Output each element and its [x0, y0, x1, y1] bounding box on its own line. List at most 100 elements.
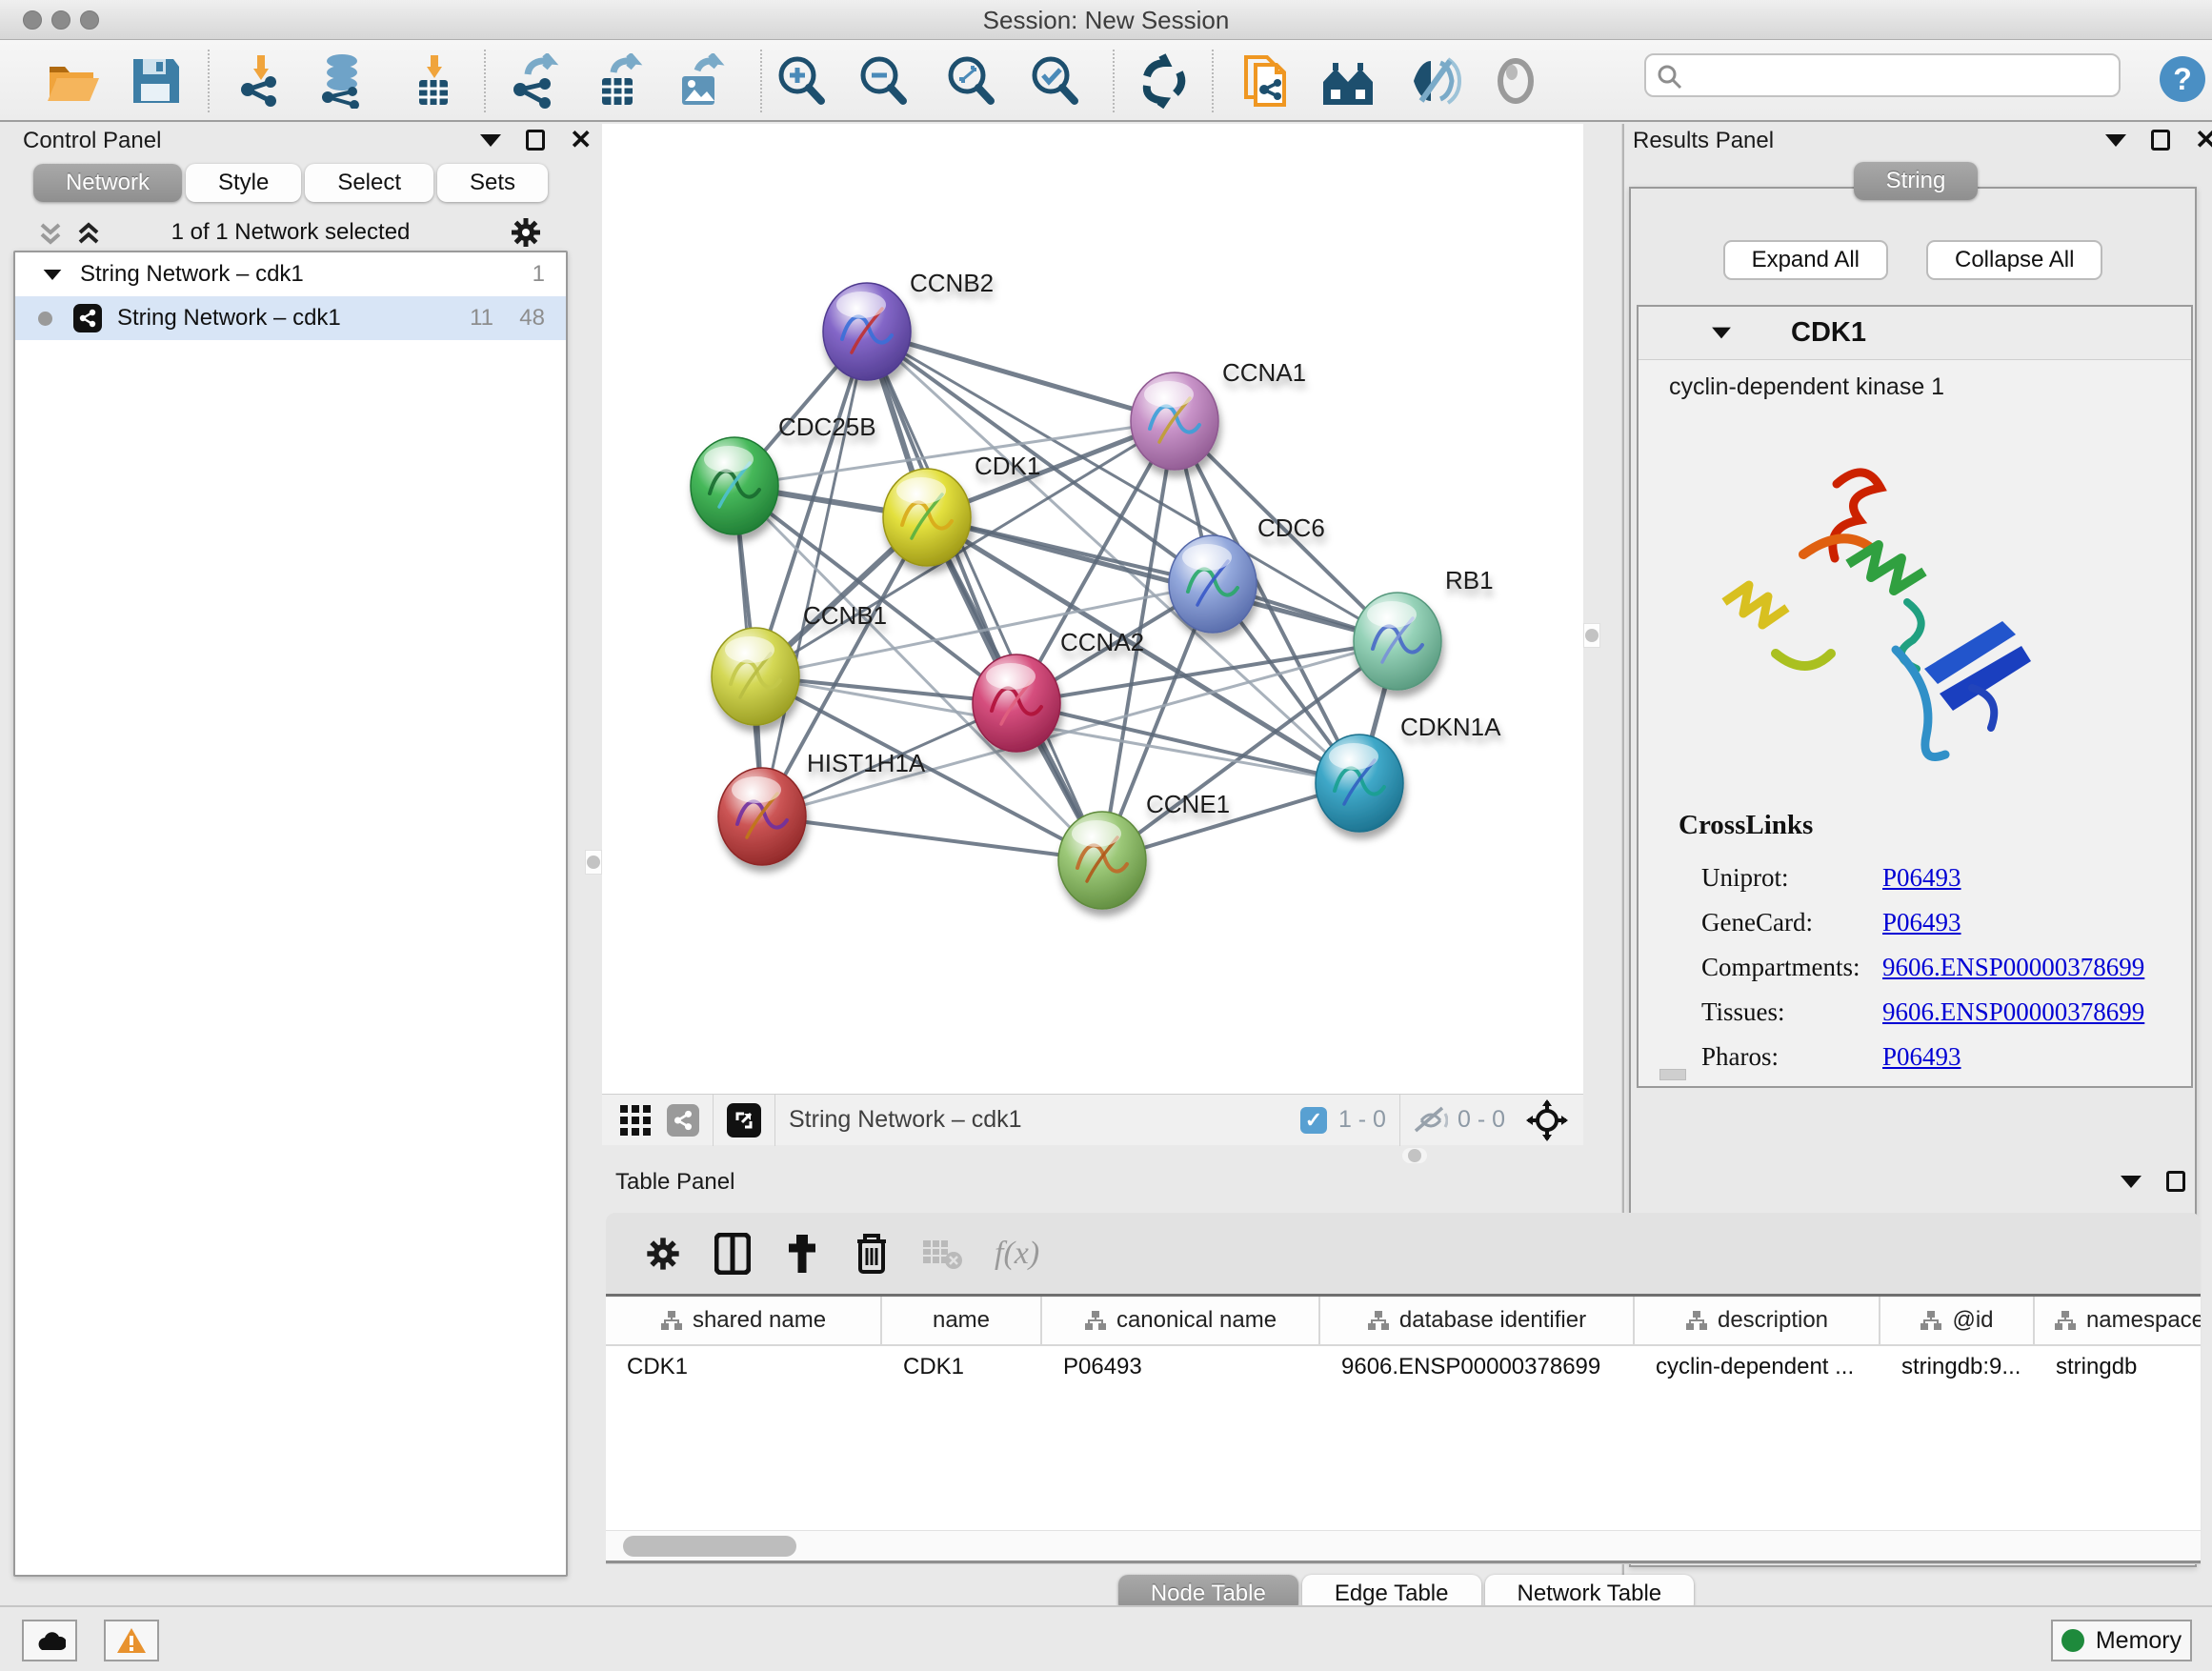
column-header-description[interactable]: description: [1635, 1297, 1880, 1344]
column-header-shared-name[interactable]: shared name: [606, 1297, 882, 1344]
column-header-namespace[interactable]: namespace: [2035, 1297, 2201, 1344]
function-builder-icon[interactable]: f(x): [995, 1236, 1039, 1272]
crosslink-link[interactable]: 9606.ENSP00000378699: [1882, 997, 2144, 1027]
crosslink-link[interactable]: P06493: [1882, 863, 1961, 893]
import-network-database-icon[interactable]: [314, 53, 370, 109]
zoom-selected-icon[interactable]: [1027, 53, 1082, 109]
help-icon[interactable]: ?: [2159, 55, 2206, 103]
tab-select[interactable]: Select: [305, 164, 433, 202]
float-panel-icon[interactable]: [526, 130, 545, 151]
node-CCNA1[interactable]: CCNA1: [1131, 358, 1306, 470]
home-species-icon[interactable]: [1320, 53, 1376, 109]
zoom-in-icon[interactable]: [774, 53, 829, 109]
network-collection-row[interactable]: String Network – cdk1 1: [15, 252, 566, 296]
cell-name[interactable]: CDK1: [882, 1346, 1042, 1390]
network-canvas[interactable]: CCNB2CCNA1CDC25BCDK1CDC6RB1CCNB1CCNA2CDK…: [602, 124, 1583, 1094]
panel-menu-icon[interactable]: [2121, 1176, 2142, 1188]
cell-canonical-name[interactable]: P06493: [1042, 1346, 1320, 1390]
edge-CCNB2-CCNE1[interactable]: [867, 332, 1102, 860]
refresh-icon[interactable]: [1136, 53, 1191, 109]
float-panel-icon[interactable]: [2166, 1171, 2185, 1192]
network-label: String Network – cdk1: [117, 305, 341, 332]
network-view-title: String Network – cdk1: [789, 1106, 1022, 1134]
node-CDC25B[interactable]: CDC25B: [691, 413, 876, 534]
node-CCNA2[interactable]: CCNA2: [973, 628, 1144, 752]
create-column-icon[interactable]: [783, 1233, 821, 1275]
table-header-row: shared namenamecanonical namedatabase id…: [606, 1297, 2201, 1346]
show-glass-pane-icon[interactable]: [1488, 53, 1543, 109]
node-CCNB1[interactable]: CCNB1: [712, 601, 887, 725]
zoom-fit-icon[interactable]: [943, 53, 998, 109]
hide-glass-pane-icon[interactable]: [1408, 53, 1463, 109]
column-header-name[interactable]: name: [882, 1297, 1042, 1344]
collection-expander-icon[interactable]: [44, 269, 62, 279]
tab-network[interactable]: Network: [33, 164, 182, 202]
float-panel-icon[interactable]: [2151, 130, 2170, 151]
close-panel-icon[interactable]: ✕: [2195, 130, 2212, 151]
column-header-database-identifier[interactable]: database identifier: [1320, 1297, 1635, 1344]
crosslink-link[interactable]: P06493: [1882, 908, 1961, 937]
cell-namespace[interactable]: stringdb: [2035, 1346, 2201, 1390]
save-session-icon[interactable]: [128, 53, 183, 109]
panel-menu-icon[interactable]: [2105, 134, 2126, 147]
open-in-window-icon[interactable]: [727, 1103, 761, 1137]
column-header-canonical-name[interactable]: canonical name: [1042, 1297, 1320, 1344]
export-image-icon[interactable]: [673, 53, 728, 109]
zoom-out-icon[interactable]: [855, 53, 911, 109]
expand-all-button[interactable]: Expand All: [1723, 240, 1888, 280]
network-row-selected[interactable]: String Network – cdk1 11 48: [15, 296, 566, 340]
gene-header-row[interactable]: CDK1: [1639, 307, 2191, 360]
collapse-all-button[interactable]: Collapse All: [1926, 240, 2102, 280]
edge-CCNB2-CCNA1[interactable]: [867, 332, 1175, 421]
panel-menu-icon[interactable]: [480, 134, 501, 147]
pan-crosshair-icon[interactable]: [1526, 1099, 1568, 1141]
table-row[interactable]: CDK1CDK1P064939606.ENSP00000378699cyclin…: [606, 1346, 2201, 1390]
gene-expander-icon[interactable]: [1712, 328, 1731, 339]
hscrollbar-thumb[interactable]: [623, 1536, 796, 1557]
node-CDK1[interactable]: CDK1: [883, 452, 1040, 566]
edge-HIST1H1A-CCNE1[interactable]: [762, 816, 1102, 860]
import-network-file-icon[interactable]: [232, 53, 288, 109]
card-scrollbar[interactable]: [1659, 1069, 1686, 1080]
crosslink-link[interactable]: 9606.ENSP00000378699: [1882, 953, 2144, 982]
delete-column-icon[interactable]: [854, 1232, 890, 1276]
export-network-icon[interactable]: [507, 53, 562, 109]
string-import-icon[interactable]: [1238, 53, 1294, 109]
tab-string-results[interactable]: String: [1854, 162, 1979, 200]
table-toolbar: f(x): [606, 1213, 2201, 1294]
tab-style[interactable]: Style: [186, 164, 301, 202]
cell-description[interactable]: cyclin-dependent ...: [1635, 1346, 1880, 1390]
node-CDKN1A[interactable]: CDKN1A: [1316, 713, 1501, 832]
close-panel-icon[interactable]: ✕: [570, 130, 592, 151]
table-splitter-handle[interactable]: [1402, 1148, 1427, 1163]
selected-checkbox-icon[interactable]: ✓: [1300, 1107, 1327, 1134]
warnings-button[interactable]: [104, 1620, 159, 1661]
search-input[interactable]: [1644, 53, 2121, 97]
cloud-status-button[interactable]: [22, 1620, 77, 1661]
crosslink-link[interactable]: P06493: [1882, 1042, 1961, 1072]
cell-database-identifier[interactable]: 9606.ENSP00000378699: [1320, 1346, 1635, 1390]
shared-column-icon: [1084, 1310, 1107, 1331]
table-gear-icon[interactable]: [644, 1235, 682, 1273]
node-HIST1H1A[interactable]: HIST1H1A: [718, 749, 926, 865]
open-session-icon[interactable]: [44, 53, 99, 109]
import-table-file-icon[interactable]: [406, 53, 461, 109]
memory-button[interactable]: Memory: [2051, 1620, 2192, 1661]
column-header--id[interactable]: @id: [1880, 1297, 2035, 1344]
node-label-CDC25B: CDC25B: [778, 413, 876, 441]
cell-shared-name[interactable]: CDK1: [606, 1346, 882, 1390]
right-splitter-handle[interactable]: [1583, 623, 1600, 648]
cell--id[interactable]: stringdb:9...: [1880, 1346, 2035, 1390]
export-table-icon[interactable]: [591, 53, 646, 109]
node-CCNE1[interactable]: CCNE1: [1058, 790, 1230, 909]
left-splitter-handle[interactable]: [585, 850, 602, 875]
string-panel-icon[interactable]: [667, 1104, 699, 1137]
table-bottom-border: [606, 1560, 2201, 1564]
node-RB1[interactable]: RB1: [1354, 566, 1494, 690]
table-hscrollbar[interactable]: [606, 1530, 2201, 1560]
show-columns-icon[interactable]: [714, 1233, 751, 1275]
options-gear-icon[interactable]: [509, 215, 543, 250]
delete-table-icon[interactable]: [922, 1238, 962, 1270]
tab-sets[interactable]: Sets: [437, 164, 548, 202]
birds-eye-view-icon[interactable]: [619, 1104, 652, 1137]
